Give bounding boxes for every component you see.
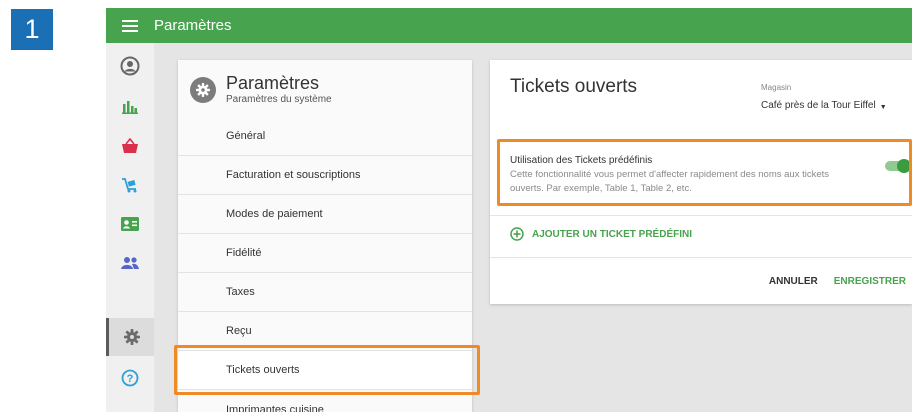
settings-subtitle: Paramètres du système xyxy=(226,94,332,105)
settings-nav-payment-types[interactable]: Modes de paiement xyxy=(178,195,472,234)
store-value: Café près de la Tour Eiffel xyxy=(761,100,876,111)
highlight-predefined-option xyxy=(497,139,912,206)
rail-reports-chart-icon[interactable] xyxy=(106,88,154,126)
divider xyxy=(490,215,912,216)
store-dropdown[interactable]: Café près de la Tour Eiffel ▼ xyxy=(761,100,887,111)
add-predefined-ticket-button[interactable]: AJOUTER UN TICKET PRÉDÉFINI xyxy=(510,227,692,241)
rail-items-cart-icon[interactable] xyxy=(106,166,154,204)
top-bar: Paramètres xyxy=(106,8,912,43)
open-tickets-title: Tickets ouverts xyxy=(510,76,638,97)
card-actions: ANNULER ENREGISTRER xyxy=(769,276,906,287)
store-label: Magasin xyxy=(761,83,792,92)
settings-nav-loyalty[interactable]: Fidélité xyxy=(178,234,472,273)
settings-nav-taxes[interactable]: Taxes xyxy=(178,273,472,312)
rail-account-icon[interactable] xyxy=(106,47,154,85)
rail-employees-icon[interactable] xyxy=(106,244,154,282)
svg-text:?: ? xyxy=(127,373,134,385)
settings-header: Paramètres Paramètres du système xyxy=(190,74,332,105)
settings-gear-icon xyxy=(190,76,216,103)
rail-customers-card-icon[interactable] xyxy=(106,205,154,243)
add-predefined-ticket-label: AJOUTER UN TICKET PRÉDÉFINI xyxy=(532,228,693,240)
rail-help-icon[interactable]: ? xyxy=(106,359,154,397)
rail-settings-gear-icon[interactable] xyxy=(106,318,154,356)
settings-nav-billing[interactable]: Facturation et souscriptions xyxy=(178,156,472,195)
save-button[interactable]: ENREGISTRER xyxy=(834,276,906,287)
add-circle-icon xyxy=(510,227,524,241)
highlight-open-tickets-nav xyxy=(174,345,480,395)
app-title: Paramètres xyxy=(154,17,232,34)
step-number-badge: 1 xyxy=(11,9,53,50)
cancel-button[interactable]: ANNULER xyxy=(769,276,818,287)
divider xyxy=(490,257,912,258)
side-rail: ? xyxy=(106,43,154,412)
rail-basket-icon[interactable] xyxy=(106,127,154,165)
settings-title: Paramètres xyxy=(226,73,320,93)
dropdown-caret-icon: ▼ xyxy=(879,103,887,111)
hamburger-menu-icon[interactable] xyxy=(106,8,154,43)
settings-nav-general[interactable]: Général xyxy=(178,117,472,156)
